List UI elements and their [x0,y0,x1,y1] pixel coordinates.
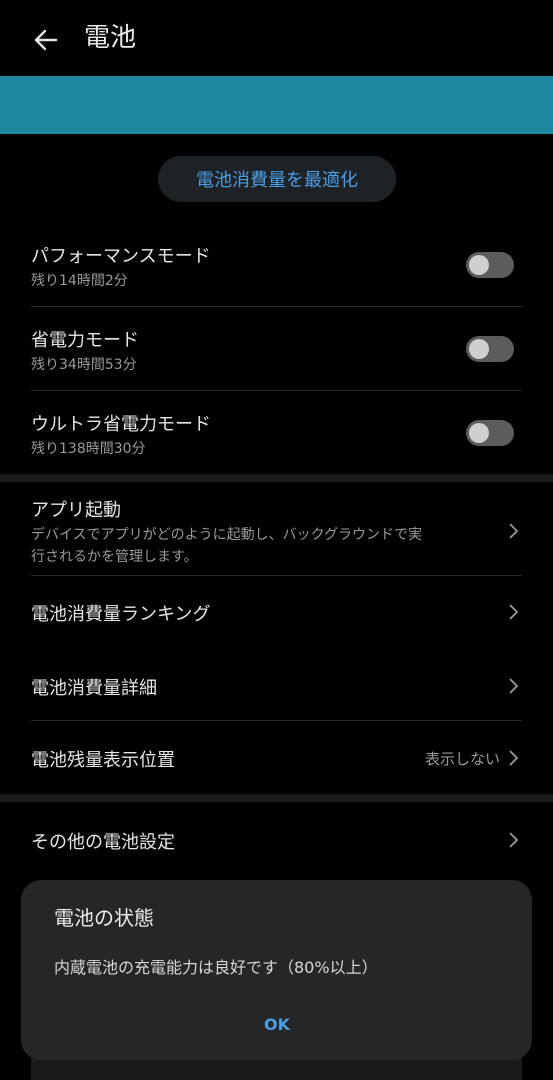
divider [31,390,522,391]
ultra-power-saving-mode-remaining: 残り138時間30分 [31,441,146,457]
performance-mode-remaining: 残り14時間2分 [31,273,128,289]
performance-mode-label: パフォーマンスモード [31,246,211,267]
app-launch-label: アプリ起動 [31,500,121,521]
power-saving-mode-remaining: 残り34時間53分 [31,357,137,373]
other-battery-settings-label: その他の電池設定 [31,832,175,853]
power-saving-mode-label: 省電力モード [31,330,139,351]
ultra-power-saving-mode-toggle[interactable] [466,420,514,446]
ultra-power-saving-mode-row[interactable]: ウルトラ省電力モード 残り138時間30分 [31,408,522,474]
battery-level-position-row[interactable]: 電池残量表示位置 表示しない [31,734,522,784]
app-launch-description-line1: デバイスでアプリがどのように起動し、バックグラウンドで実 [31,527,423,543]
performance-mode-toggle[interactable] [466,252,514,278]
app-launch-row[interactable]: アプリ起動 デバイスでアプリがどのように起動し、バックグラウンドで実 行されるか… [31,494,522,574]
optimize-battery-button[interactable]: 電池消費量を最適化 [158,156,396,202]
section-separator [0,794,553,802]
battery-ranking-label: 電池消費量ランキング [31,604,211,625]
dialog-title: 電池の状態 [54,906,154,930]
chevron-right-icon [508,603,520,621]
chevron-right-icon [508,677,520,695]
battery-status-dialog: 電池の状態 内蔵電池の充電能力は良好です（80%以上） OK [21,880,532,1060]
toggle-knob [469,255,489,275]
page-title: 電池 [84,23,137,53]
battery-ranking-row[interactable]: 電池消費量ランキング [31,588,522,638]
dialog-message: 内蔵電池の充電能力は良好です（80%以上） [54,958,378,977]
battery-level-position-value: 表示しない [424,750,500,768]
toggle-knob [469,423,489,443]
back-arrow-icon[interactable] [30,24,62,56]
app-launch-description-line2: 行されるかを管理します。 [31,549,198,565]
performance-mode-row[interactable]: パフォーマンスモード 残り14時間2分 [31,240,522,306]
divider [31,720,522,721]
ultra-power-saving-mode-label: ウルトラ省電力モード [31,414,211,435]
ok-button[interactable]: OK [247,1010,307,1038]
divider [31,306,522,307]
toggle-knob [469,339,489,359]
divider [31,575,522,576]
chevron-right-icon [508,831,520,849]
battery-banner [0,76,553,134]
chevron-right-icon [508,749,520,767]
section-separator [0,474,553,482]
battery-level-position-label: 電池残量表示位置 [31,750,175,771]
app-header: 電池 [0,0,553,76]
power-saving-mode-toggle[interactable] [466,336,514,362]
battery-details-label: 電池消費量詳細 [31,678,157,699]
other-battery-settings-row[interactable]: その他の電池設定 [31,816,522,866]
battery-details-row[interactable]: 電池消費量詳細 [31,662,522,712]
chevron-right-icon [508,522,520,540]
power-saving-mode-row[interactable]: 省電力モード 残り34時間53分 [31,324,522,390]
